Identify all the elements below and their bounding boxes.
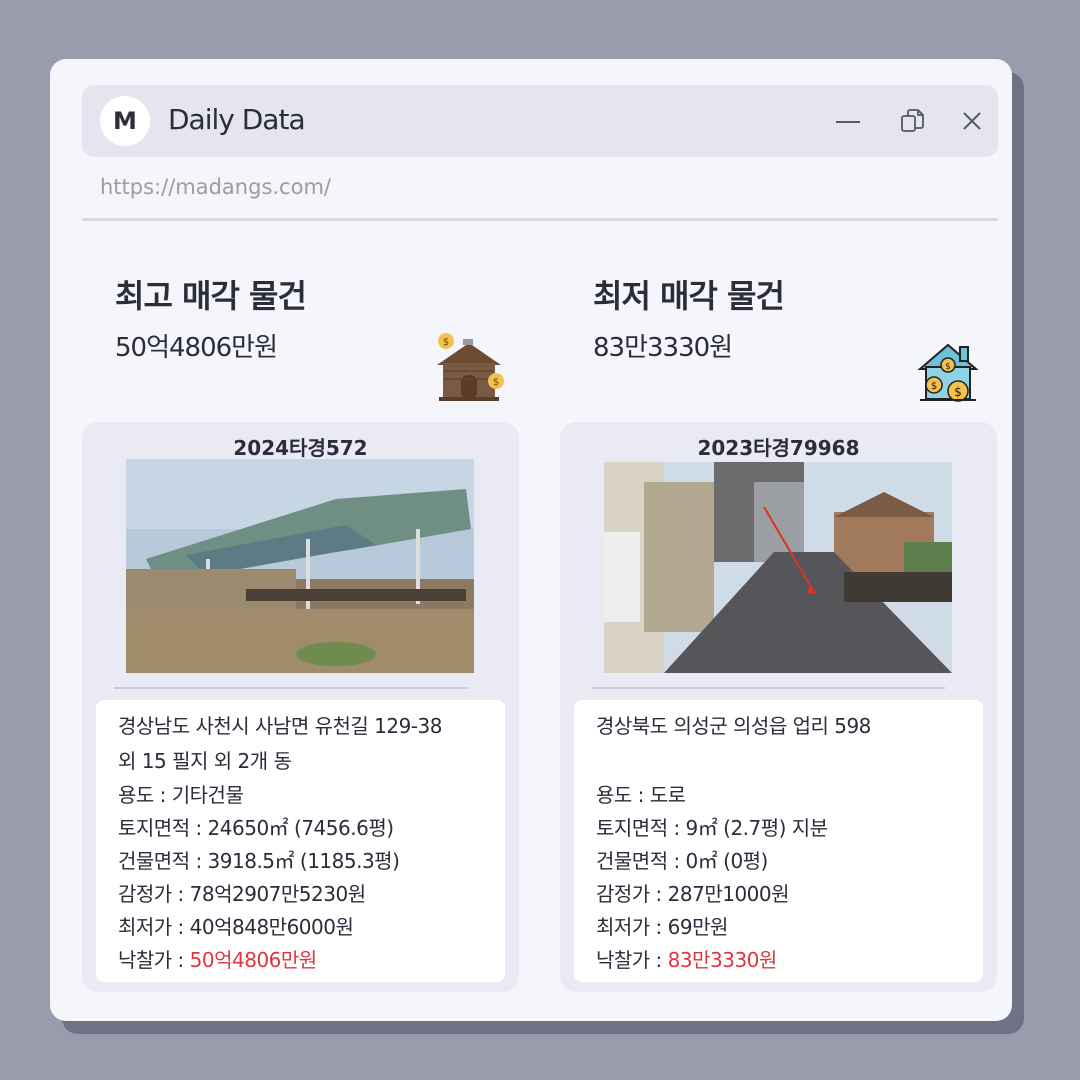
- header-divider: [82, 218, 998, 221]
- winning-bid-value: 50억4806만원: [189, 948, 318, 972]
- highest-title: 최고 매각 물건: [115, 277, 307, 315]
- address-line-2: 외 15 필지 외 2개 동: [118, 749, 292, 773]
- usage-text: 용도 : 도로: [596, 783, 686, 807]
- property-photo: [604, 462, 952, 673]
- winning-bid-label: 낙찰가 :: [596, 948, 668, 972]
- property-details: 경상남도 사천시 사남면 유천길 129-38 외 15 필지 외 2개 동 용…: [96, 700, 505, 982]
- app-logo: M: [100, 96, 150, 146]
- minimum-price-text: 최저가 : 69만원: [596, 915, 728, 939]
- card-divider: [592, 687, 945, 689]
- app-title: Daily Data: [168, 103, 306, 136]
- land-area-text: 토지면적 : 9㎡ (2.7평) 지분: [596, 816, 828, 840]
- card-divider: [114, 687, 467, 689]
- svg-text:$: $: [931, 381, 937, 392]
- svg-text:$: $: [954, 385, 962, 399]
- title-bar: M Daily Data: [82, 85, 998, 157]
- winning-bid-line: 낙찰가 : 50억4806만원: [118, 944, 317, 973]
- minimum-price-text: 최저가 : 40억848만6000원: [118, 915, 354, 939]
- case-number: 2023타경79968: [697, 436, 860, 460]
- building-area-text: 건물면적 : 0㎡ (0평): [596, 849, 768, 873]
- svg-text:$: $: [945, 362, 951, 372]
- usage-text: 용도 : 기타건물: [118, 783, 244, 807]
- house-money-icon: $ $: [433, 331, 505, 409]
- highest-price: 50억4806만원: [115, 333, 278, 363]
- close-icon[interactable]: [958, 107, 986, 135]
- app-window: M Daily Data https://madangs.com/ 최고 매각 …: [50, 59, 1012, 1021]
- house-coins-icon: $ $ $: [916, 339, 980, 407]
- appraisal-text: 감정가 : 287만1000원: [596, 882, 790, 906]
- url-text[interactable]: https://madangs.com/: [100, 175, 331, 199]
- minimize-icon[interactable]: [834, 107, 862, 135]
- address-line-1: 경상북도 의성군 의성읍 업리 598: [596, 714, 871, 738]
- case-number: 2024타경572: [233, 436, 368, 460]
- lowest-price: 83만3330원: [593, 333, 733, 363]
- address-line-1: 경상남도 사천시 사남면 유천길 129-38: [118, 714, 442, 738]
- svg-text:$: $: [443, 337, 449, 348]
- property-details: 경상북도 의성군 의성읍 업리 598 용도 : 도로 토지면적 : 9㎡ (2…: [574, 700, 983, 982]
- property-photo: [126, 459, 474, 673]
- winning-bid-line: 낙찰가 : 83만3330원: [596, 944, 777, 973]
- winning-bid-value: 83만3330원: [667, 948, 778, 972]
- svg-text:$: $: [493, 377, 499, 388]
- winning-bid-label: 낙찰가 :: [118, 948, 190, 972]
- highest-property-card[interactable]: 2024타경572 경상남도 사천시 사남면 유천길 129-38 외 15 필…: [82, 422, 519, 992]
- copy-icon[interactable]: [898, 107, 926, 135]
- building-area-text: 건물면적 : 3918.5㎡ (1185.3평): [118, 849, 400, 873]
- land-area-text: 토지면적 : 24650㎡ (7456.6평): [118, 816, 394, 840]
- lowest-title: 최저 매각 물건: [593, 277, 785, 315]
- appraisal-text: 감정가 : 78억2907만5230원: [118, 882, 366, 906]
- lowest-property-card[interactable]: 2023타경79968 경상북도 의성군 의성읍 업리 598 용도 : 도로 …: [560, 422, 997, 992]
